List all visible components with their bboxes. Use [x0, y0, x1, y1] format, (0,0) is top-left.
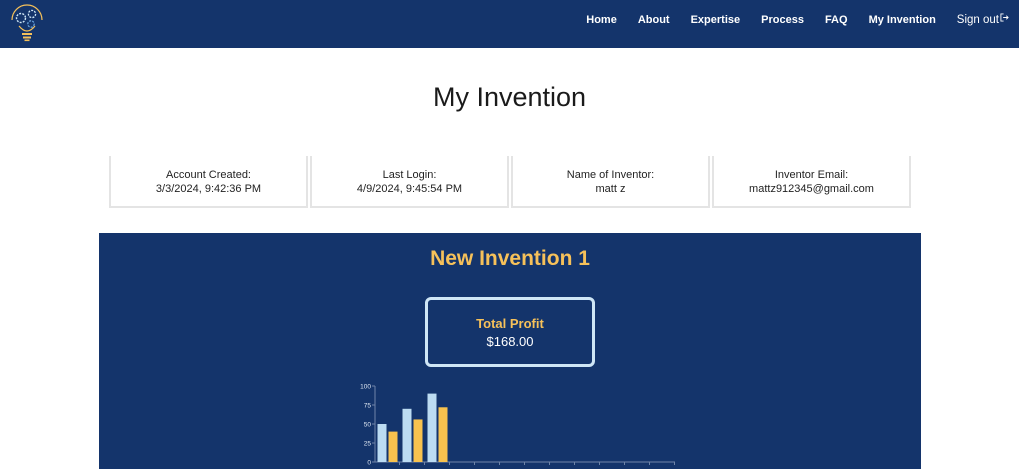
- info-card-label: Account Created:: [166, 169, 251, 181]
- chart-y-tick-label: 25: [364, 441, 372, 448]
- navbar: Home About Expertise Process FAQ My Inve…: [0, 0, 1019, 48]
- invention-title: New Invention 1: [430, 247, 590, 270]
- info-card-value: mattz912345@gmail.com: [749, 183, 874, 195]
- chart-bar: [438, 407, 448, 462]
- chart-bar: [413, 419, 423, 462]
- info-card-value: 4/9/2024, 9:45:54 PM: [356, 183, 463, 195]
- chart-y-tick-label: 0: [367, 460, 371, 467]
- nav-link-expertise[interactable]: Expertise: [691, 14, 741, 26]
- info-card-label: Inventor Email:: [774, 169, 849, 181]
- chart-bar: [388, 431, 398, 462]
- total-profit-card: Total Profit $168.00: [425, 297, 595, 367]
- info-card-value: 3/3/2024, 9:42:36 PM: [155, 183, 262, 195]
- total-profit-label: Total Profit: [476, 316, 544, 331]
- signout-link[interactable]: Sign out: [956, 13, 1009, 26]
- nav-link-my-invention[interactable]: My Invention: [869, 14, 936, 26]
- invention-panel: New Invention 1 Total Profit $168.00 0 25…: [99, 233, 921, 469]
- chart-y-tick-label: 75: [364, 403, 372, 410]
- chart-bar: [402, 408, 412, 462]
- nav-link-faq[interactable]: FAQ: [825, 14, 848, 26]
- info-card-inventor-email: Inventor Email: mattz912345@gmail.com: [712, 156, 911, 208]
- nav-link-about[interactable]: About: [638, 14, 670, 26]
- info-card-inventor-name: Name of Inventor: matt z: [511, 156, 710, 208]
- signout-icon: [1000, 13, 1009, 22]
- page-title: My Invention: [432, 82, 587, 112]
- chart-y-tick-label: 50: [364, 422, 372, 429]
- nav-links: Home About Expertise Process FAQ My Inve…: [565, 0, 1009, 40]
- lightbulb-gears-logo[interactable]: [8, 2, 46, 42]
- signout-label: Sign out: [956, 14, 999, 26]
- info-card-account-created: Account Created: 3/3/2024, 9:42:36 PM: [109, 156, 308, 208]
- info-card-value: matt z: [595, 183, 626, 195]
- chart-y-tick-label: 100: [360, 384, 371, 391]
- profit-bar-chart: 0 25 50 75 100: [360, 384, 675, 467]
- chart-bar: [377, 424, 387, 462]
- chart-bar: [427, 393, 437, 462]
- account-info-row: Account Created: 3/3/2024, 9:42:36 PM La…: [109, 156, 911, 208]
- nav-link-process[interactable]: Process: [761, 14, 804, 26]
- info-card-label: Name of Inventor:: [566, 169, 655, 181]
- info-card-label: Last Login:: [382, 169, 437, 181]
- info-card-last-login: Last Login: 4/9/2024, 9:45:54 PM: [310, 156, 509, 208]
- total-profit-value: $168.00: [486, 334, 534, 349]
- nav-link-home[interactable]: Home: [586, 14, 617, 26]
